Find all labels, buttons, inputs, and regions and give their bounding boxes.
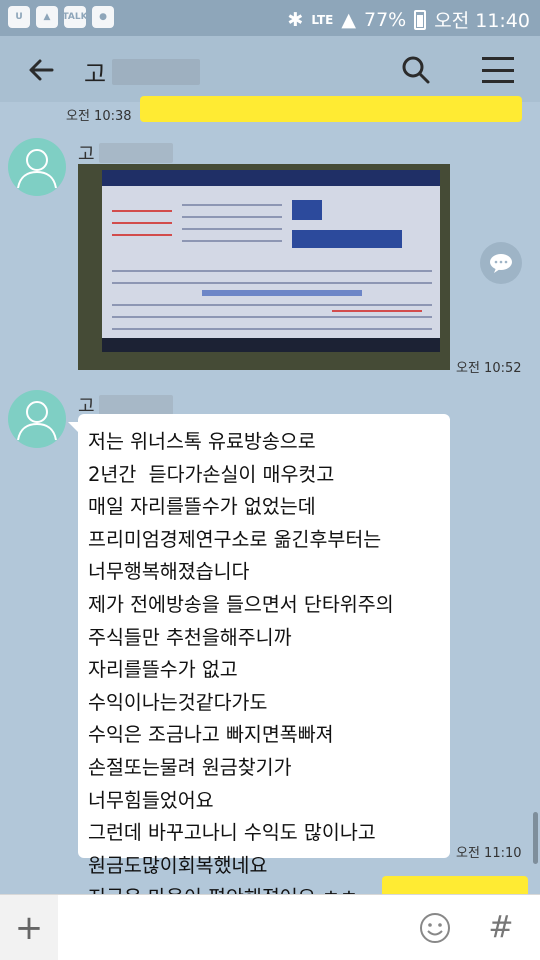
message-input-bar: + # — [0, 894, 540, 960]
avatar[interactable] — [8, 138, 66, 196]
menu-icon[interactable] — [480, 52, 516, 88]
shared-photo[interactable] — [78, 164, 450, 370]
message-line: 너무행복해졌습니다 — [88, 560, 250, 584]
redacted-name — [112, 58, 201, 85]
received-text-bubble[interactable]: 저는 위너스톡 유료방송으로 2년간 듣다가손실이 매우컷고 매일 자리를뜰수가… — [68, 414, 450, 909]
scrollbar[interactable] — [533, 812, 538, 864]
message-line: 너무힘들었어요 — [88, 788, 214, 812]
message-time: 오전 10:38 — [66, 109, 132, 124]
message-line: 2년간 듣다가손실이 매우컷고 — [88, 462, 335, 486]
message-line: 자리를뜰수가 없고 — [88, 658, 238, 682]
share-chat-icon[interactable] — [480, 242, 522, 284]
message-line: 매일 자리를뜰수가 없었는데 — [88, 495, 316, 519]
battery-icon — [414, 9, 427, 30]
network-type: LTE — [311, 12, 334, 27]
message-time: 오전 11:10 — [456, 846, 522, 861]
talk-icon: TALK — [62, 6, 88, 28]
signal-icon: ▲ — [341, 8, 356, 31]
clock: 오전 11:40 — [434, 10, 530, 32]
photo-trading-screen — [102, 170, 440, 352]
message-input[interactable] — [64, 905, 404, 951]
message-line: 프리미엄경제연구소로 옮긴후부터는 — [88, 527, 382, 551]
message-line: 그런데 바꾸고나니 수익도 많이나고 — [88, 821, 376, 845]
status-bar: U ▲ TALK ● ✱ LTE ▲ 77% 오전 11:40 — [0, 0, 540, 36]
message-line: 손절또는물려 원금찾기가 — [88, 755, 292, 779]
plus-icon[interactable]: + — [0, 895, 58, 960]
arrow-left-icon[interactable] — [22, 50, 62, 90]
chat-title-text: 고 — [84, 60, 107, 88]
battery-percent: 77% — [364, 8, 407, 31]
message-time: 오전 10:52 — [456, 361, 522, 376]
sender-name-text: 고 — [78, 144, 95, 165]
message-line: 저는 위너스톡 유료방송으로 — [88, 430, 316, 453]
sent-bubble[interactable] — [140, 96, 522, 122]
chat-title: 고 — [84, 54, 201, 89]
avatar[interactable] — [8, 390, 66, 448]
chat-header: 고 — [0, 36, 540, 102]
status-right: ✱ LTE ▲ 77% 오전 11:40 — [287, 6, 530, 33]
message-line: 수익이나는것같다가도 — [88, 690, 268, 714]
bluetooth-icon: ✱ — [287, 8, 304, 31]
u-icon: U — [8, 6, 30, 28]
chat-icon: ● — [92, 6, 114, 28]
redacted-name — [98, 143, 173, 163]
search-icon[interactable] — [396, 50, 436, 90]
message-line: 수익은 조금나고 빠지면폭빠져 — [88, 723, 334, 747]
sender-name: 고 — [78, 140, 173, 166]
message-line: 제가 전에방송을 들으면서 단타위주의 — [88, 592, 394, 616]
emoticon-icon[interactable] — [418, 911, 452, 945]
hash-icon[interactable]: # — [484, 905, 518, 951]
gallery-icon: ▲ — [36, 6, 58, 28]
message-line: 주식들만 추천을해주니까 — [88, 625, 292, 649]
status-left-icons: U ▲ TALK ● — [8, 6, 114, 28]
redacted-name — [98, 395, 173, 415]
